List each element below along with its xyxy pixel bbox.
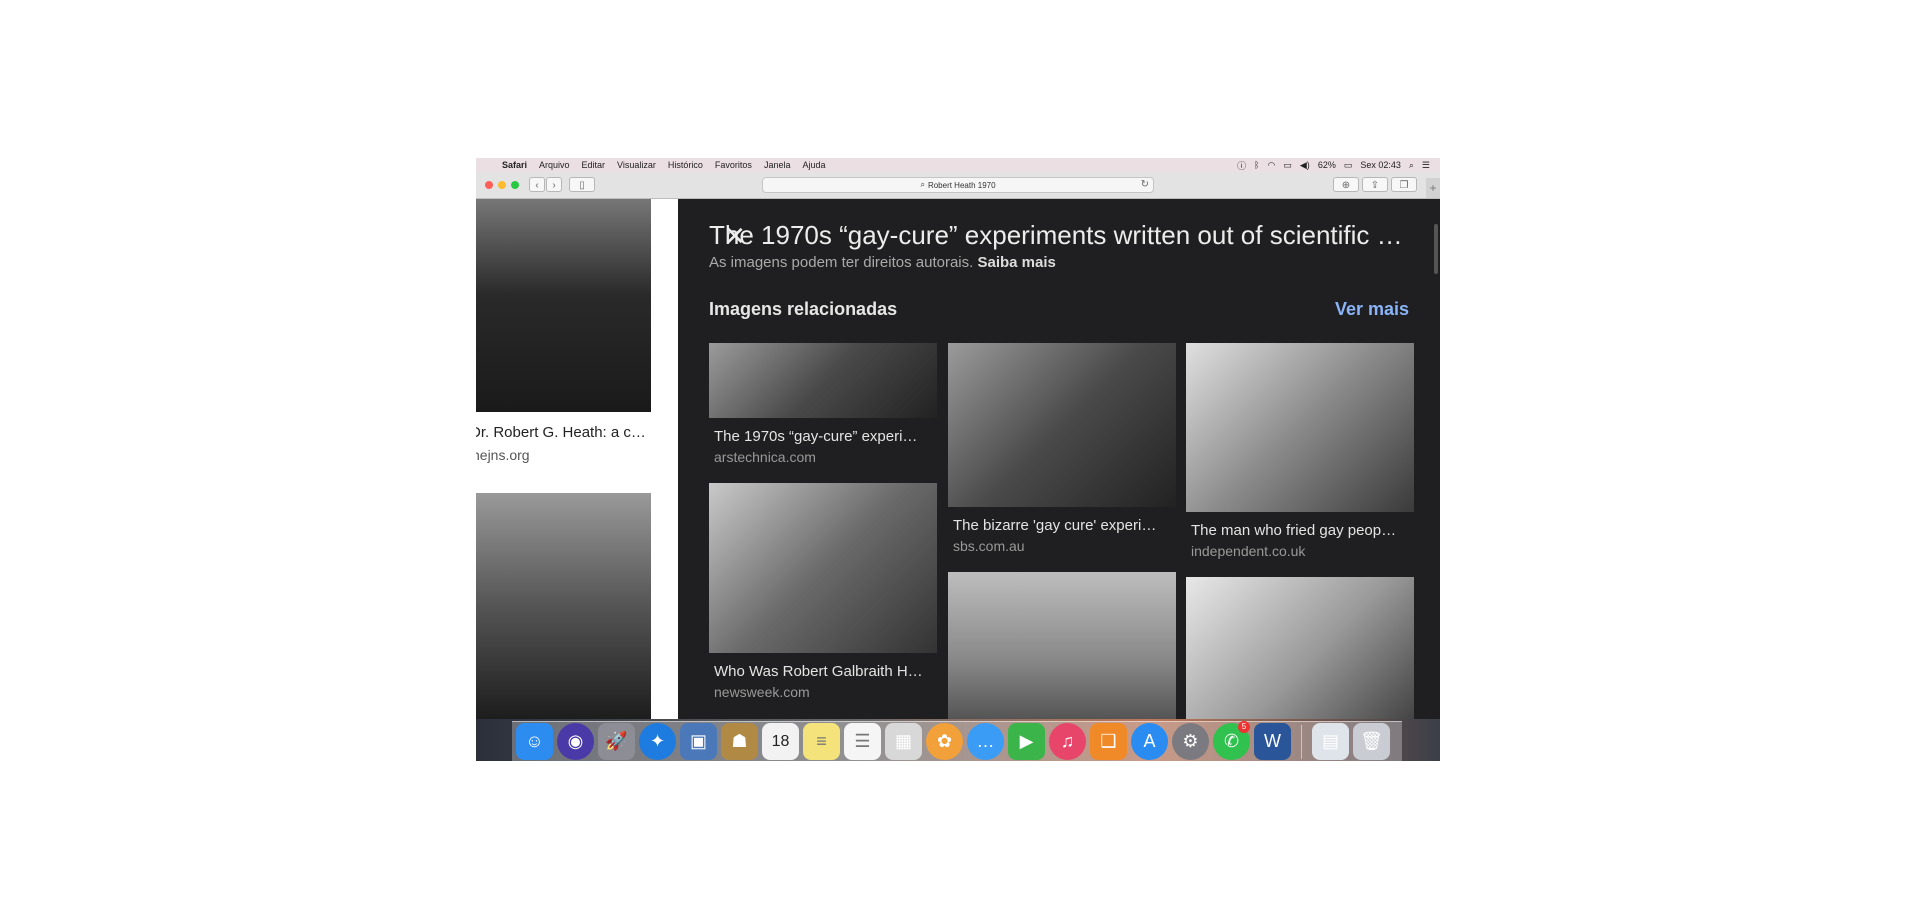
tabs-overview-button[interactable]: ❐ — [1391, 177, 1417, 192]
messages-icon[interactable]: … — [967, 723, 1004, 760]
search-results-column: Dr. Robert G. Heath: a c… nejns.org — [476, 199, 678, 719]
preview-icon[interactable]: ▣ — [680, 723, 717, 760]
volume-icon[interactable]: ◀) — [1300, 160, 1310, 171]
forward-button[interactable]: › — [546, 177, 562, 192]
related-image[interactable] — [1186, 343, 1414, 512]
related-image[interactable] — [709, 343, 937, 418]
menu-ajuda[interactable]: Ajuda — [802, 160, 825, 170]
result-title[interactable]: Dr. Robert G. Heath: a c… — [476, 424, 646, 441]
related-image-card[interactable]: The 1970s “gay-cure” experi… arstechnica… — [709, 343, 937, 465]
menubar: Safari Arquivo Editar Visualizar Históri… — [476, 158, 1440, 172]
related-image-domain: newsweek.com — [714, 684, 810, 700]
notification-badge: 5 — [1238, 721, 1250, 733]
bluetooth-icon[interactable]: ᛒ — [1254, 160, 1259, 170]
notes-icon[interactable]: ≡ — [803, 723, 840, 760]
sidebar-toggle-button[interactable]: ▯ — [569, 177, 595, 192]
menu-visualizar[interactable]: Visualizar — [617, 160, 656, 170]
dock: ☺ ◉ 🚀 ✦ ▣ ☗ 18 ≡ ☰ ▦ ✿… ▶ ♫ ❑ A ⚙ ✆ 5 W ▤ 🗑 — [476, 719, 1440, 761]
menu-janela[interactable]: Janela — [764, 160, 791, 170]
related-image-domain: arstechnica.com — [714, 449, 816, 465]
zoom-window-button[interactable] — [511, 181, 519, 189]
related-image-card[interactable] — [948, 572, 1176, 719]
related-image[interactable] — [709, 483, 937, 653]
siri-icon[interactable]: ◉ — [557, 723, 594, 760]
ibooks-icon[interactable]: ❑ — [1090, 723, 1127, 760]
calendar-icon[interactable]: 18 — [762, 723, 799, 760]
preview-title[interactable]: The 1970s “gay-cure” experiments written… — [709, 220, 1409, 251]
dock-shelf: ☺ ◉ 🚀 ✦ ▣ ☗ 18 ≡ ☰ ▦ ✿… ▶ ♫ ❑ A ⚙ ✆ 5 W ▤ 🗑 — [512, 721, 1402, 761]
reload-icon[interactable]: ↻ — [1141, 179, 1149, 190]
menu-favoritos[interactable]: Favoritos — [715, 160, 752, 170]
result-thumbnail[interactable] — [476, 199, 651, 412]
related-image[interactable] — [948, 343, 1176, 507]
browser-toolbar: ‹ › ▯ ⌕ Robert Heath 1970 ↻ ⊕ ⇪ ❐ + — [476, 172, 1440, 199]
result-domain: nejns.org — [476, 447, 530, 463]
address-bar[interactable]: ⌕ Robert Heath 1970 ↻ — [762, 177, 1154, 193]
facetime-icon[interactable]: ▶ — [1008, 723, 1045, 760]
app-store-icon[interactable]: A — [1131, 723, 1168, 760]
related-image-domain: sbs.com.au — [953, 538, 1025, 554]
copyright-notice: As imagens podem ter direitos autorais. … — [709, 254, 1056, 271]
spotlight-icon[interactable]: ⌕ — [1409, 160, 1414, 171]
menu-safari[interactable]: Safari — [502, 160, 527, 170]
minimize-window-button[interactable] — [498, 181, 506, 189]
finder-icon[interactable]: ☺ — [516, 723, 553, 760]
back-button[interactable]: ‹ — [529, 177, 545, 192]
learn-more-link[interactable]: Saiba mais — [977, 254, 1055, 271]
menu-arquivo[interactable]: Arquivo — [539, 160, 570, 170]
airplay-icon[interactable]: ▭ — [1283, 160, 1292, 171]
close-window-button[interactable] — [485, 181, 493, 189]
related-image-card[interactable]: The bizarre 'gay cure' experi… sbs.com.a… — [948, 343, 1176, 554]
menu-historico[interactable]: Histórico — [668, 160, 703, 170]
related-image[interactable] — [948, 572, 1176, 719]
menu-editar[interactable]: Editar — [582, 160, 606, 170]
wifi-icon[interactable]: ◠ — [1268, 160, 1276, 171]
close-icon[interactable]: ✕ — [724, 221, 746, 252]
launchpad-icon[interactable]: 🚀 — [598, 723, 635, 760]
see-more-link[interactable]: Ver mais — [1335, 299, 1409, 320]
accessibility-icon[interactable]: ⓘ — [1237, 159, 1246, 172]
image-preview-panel: The 1970s “gay-cure” experiments written… — [678, 199, 1440, 719]
notification-center-icon[interactable]: ☰ — [1422, 160, 1430, 171]
contacts-icon[interactable]: ☗ — [721, 723, 758, 760]
copyright-text: As imagens podem ter direitos autorais. — [709, 254, 974, 271]
battery-percent: 62% — [1317, 160, 1336, 170]
downloads-button[interactable]: ⊕ — [1333, 177, 1359, 192]
new-tab-button[interactable]: + — [1426, 178, 1440, 198]
search-icon: ⌕ — [920, 180, 925, 189]
system-preferences-icon[interactable]: ⚙ — [1172, 723, 1209, 760]
related-image-card[interactable]: Who Was Robert Galbraith H… newsweek.com — [709, 483, 937, 700]
related-image-title[interactable]: The 1970s “gay-cure” experi… — [709, 428, 932, 445]
related-image-title[interactable]: Who Was Robert Galbraith H… — [709, 663, 932, 680]
word-icon[interactable]: W — [1254, 723, 1291, 760]
related-image-title[interactable]: The man who fried gay peop… — [1186, 522, 1409, 539]
screen: Safari Arquivo Editar Visualizar Históri… — [476, 158, 1440, 761]
result-thumbnail[interactable] — [476, 493, 651, 719]
download-icon: ⊕ — [1341, 180, 1351, 191]
photos-icon[interactable]: ✿ — [926, 723, 963, 760]
safari-icon[interactable]: ✦ — [639, 723, 676, 760]
related-image[interactable] — [1186, 577, 1414, 719]
scrollbar[interactable] — [1434, 224, 1438, 274]
trash-icon[interactable]: 🗑 — [1353, 723, 1390, 760]
tabs-icon: ❐ — [1399, 180, 1409, 191]
related-image-domain: independent.co.uk — [1191, 543, 1306, 559]
battery-icon[interactable]: ▭ — [1344, 160, 1353, 171]
status-menus: ⓘ ᛒ ◠ ▭ ◀) 62% ▭ Sex 02:43 ⌕ ☰ — [1237, 158, 1430, 172]
address-text: Robert Heath 1970 — [927, 180, 996, 190]
related-images-heading: Imagens relacionadas — [709, 299, 898, 319]
clock[interactable]: Sex 02:43 — [1360, 160, 1401, 170]
related-image-card[interactable] — [1186, 577, 1414, 719]
downloads-folder-icon[interactable]: ▤ — [1312, 723, 1349, 760]
related-image-title[interactable]: The bizarre 'gay cure' experi… — [948, 517, 1171, 534]
itunes-icon[interactable]: ♫ — [1049, 723, 1086, 760]
preview-photos-icon[interactable]: ▦ — [885, 723, 922, 760]
sidebar-icon: ▯ — [579, 180, 585, 191]
whatsapp-icon[interactable]: ✆ 5 — [1213, 721, 1250, 760]
share-icon: ⇪ — [1370, 180, 1380, 191]
related-image-card[interactable]: The man who fried gay peop… independent.… — [1186, 343, 1414, 559]
share-button[interactable]: ⇪ — [1362, 177, 1388, 192]
dock-separator — [1301, 724, 1302, 759]
reminders-icon[interactable]: ☰ — [844, 723, 881, 760]
